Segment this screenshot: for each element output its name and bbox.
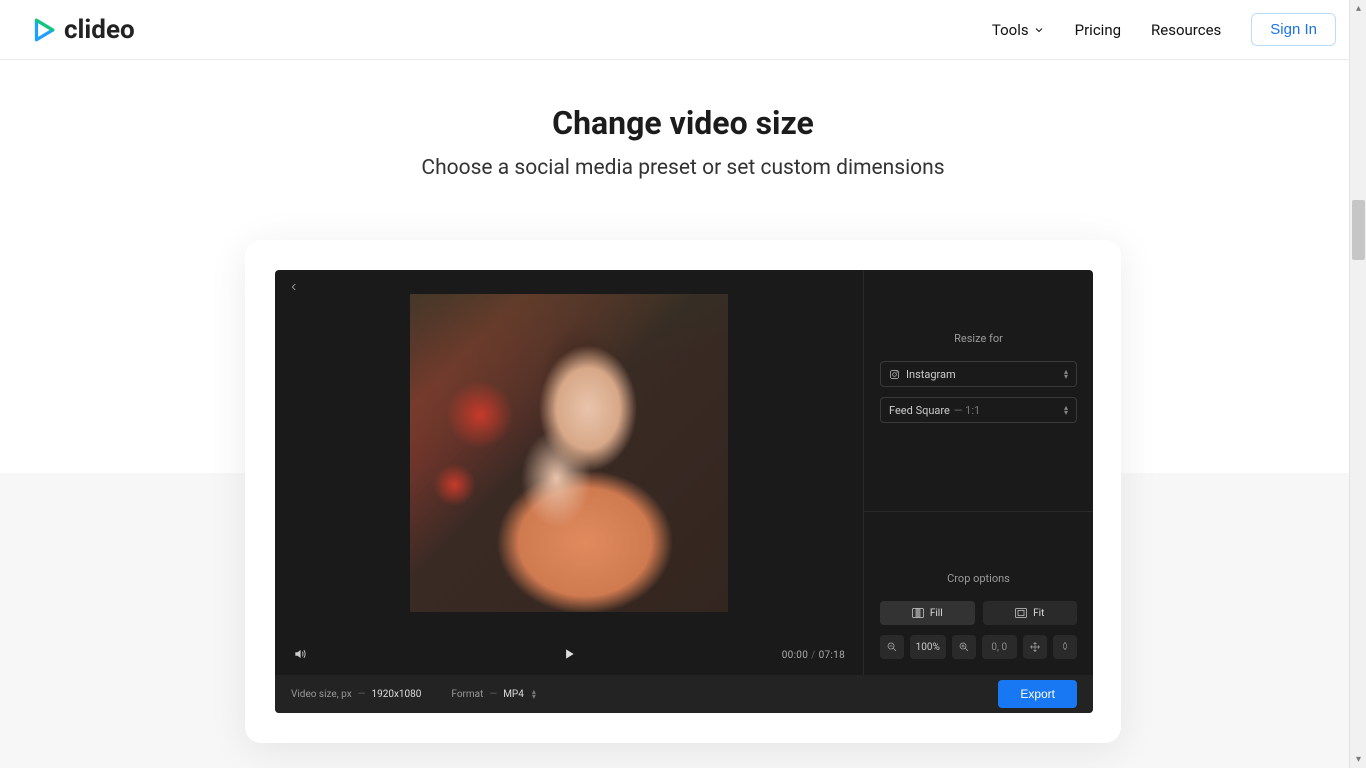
editor-bottom-bar: Video size, px — 1920x1080 Format — MP4 … [275, 675, 1093, 713]
nav-pricing-label: Pricing [1075, 21, 1121, 39]
brand-logo[interactable]: clideo [30, 15, 135, 45]
scroll-up-icon[interactable]: ▴ [1350, 0, 1366, 17]
format-select[interactable]: Format — MP4 ▴▾ [451, 689, 536, 700]
page-subtitle: Choose a social media preset or set cust… [0, 156, 1366, 180]
select-stepper-icon: ▴▾ [532, 689, 536, 699]
zoom-out-button[interactable] [880, 635, 904, 659]
platform-value: Instagram [906, 368, 956, 381]
color-button[interactable] [1053, 635, 1077, 659]
paint-icon [1059, 641, 1071, 653]
move-icon [1029, 641, 1041, 653]
editor-card: 00:00/07:18 Resize for Instagram ▴▾ Feed… [245, 240, 1121, 743]
fit-label: Fit [1033, 608, 1044, 619]
format-label: Format [451, 689, 483, 700]
play-button[interactable] [562, 647, 576, 664]
play-icon [562, 647, 576, 661]
resize-for-label: Resize for [880, 332, 1077, 345]
hero-section: Change video size Choose a social media … [0, 60, 1366, 210]
top-nav: Tools Pricing Resources Sign In [992, 13, 1336, 46]
crop-options-label: Crop options [880, 572, 1077, 585]
platform-select[interactable]: Instagram ▴▾ [880, 361, 1077, 387]
time-total: 07:18 [819, 650, 845, 661]
nav-resources[interactable]: Resources [1151, 21, 1221, 39]
preview-stage [275, 270, 863, 635]
signin-button[interactable]: Sign In [1251, 13, 1336, 46]
fill-button[interactable]: Fill [880, 601, 975, 625]
side-panel: Resize for Instagram ▴▾ Feed Square — 1:… [863, 270, 1093, 675]
volume-icon [293, 647, 307, 661]
move-button[interactable] [1023, 635, 1047, 659]
preset-name: Feed Square [889, 404, 950, 417]
preset-select[interactable]: Feed Square — 1:1 ▴▾ [880, 397, 1077, 423]
instagram-icon [889, 369, 900, 380]
nav-tools-label: Tools [992, 21, 1029, 39]
preview-panel: 00:00/07:18 [275, 270, 863, 675]
nav-resources-label: Resources [1151, 21, 1221, 39]
brand-name: clideo [64, 15, 135, 45]
zoom-in-icon [958, 641, 970, 653]
select-stepper-icon: ▴▾ [1064, 405, 1068, 415]
video-size-label: Video size, px [291, 689, 352, 700]
position-value: 0, 0 [982, 635, 1018, 659]
chevron-down-icon [1033, 24, 1045, 36]
time-display: 00:00/07:18 [782, 650, 845, 661]
fill-label: Fill [930, 608, 943, 619]
export-button[interactable]: Export [998, 680, 1077, 708]
chevron-left-icon [289, 282, 299, 292]
site-header: clideo Tools Pricing Resources Sign In [0, 0, 1366, 60]
nav-tools[interactable]: Tools [992, 21, 1045, 39]
player-controls: 00:00/07:18 [275, 635, 863, 675]
volume-button[interactable] [293, 647, 307, 664]
page-title: Change video size [0, 104, 1366, 142]
video-size-info: Video size, px — 1920x1080 [291, 689, 421, 700]
preset-ratio: — 1:1 [954, 404, 980, 417]
nav-pricing[interactable]: Pricing [1075, 21, 1121, 39]
fill-icon [912, 608, 924, 618]
zoom-value: 100% [910, 635, 946, 659]
video-size-value: 1920x1080 [371, 689, 421, 700]
scrollbar[interactable]: ▴ ▾ [1349, 0, 1366, 768]
time-current: 00:00 [782, 650, 808, 661]
format-value: MP4 [503, 689, 524, 700]
video-editor: 00:00/07:18 Resize for Instagram ▴▾ Feed… [275, 270, 1093, 713]
scroll-thumb[interactable] [1352, 200, 1365, 260]
fit-icon [1015, 608, 1027, 618]
zoom-in-button[interactable] [952, 635, 976, 659]
back-button[interactable] [289, 280, 299, 296]
zoom-out-icon [886, 641, 898, 653]
video-frame[interactable] [410, 294, 728, 612]
scroll-down-icon[interactable]: ▾ [1350, 751, 1366, 768]
play-icon [30, 17, 56, 43]
select-stepper-icon: ▴▾ [1064, 369, 1068, 379]
fit-button[interactable]: Fit [983, 601, 1078, 625]
